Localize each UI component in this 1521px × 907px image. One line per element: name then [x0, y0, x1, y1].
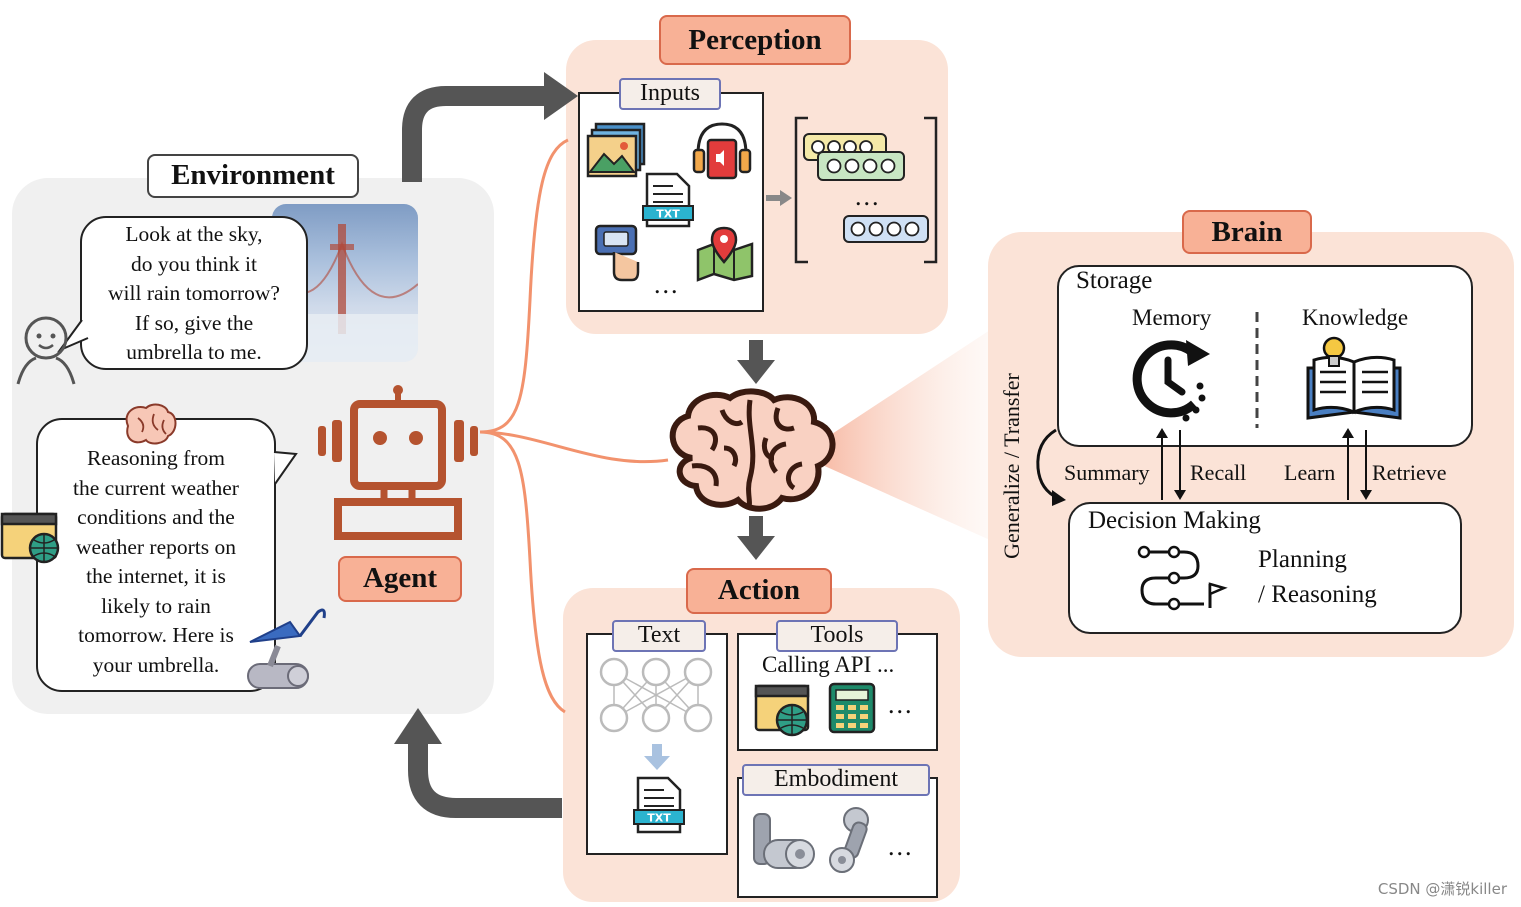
headphones-audio-icon — [692, 122, 752, 180]
action-title: Action — [686, 568, 832, 614]
decision-making-label: Decision Making — [1088, 507, 1261, 534]
reasoning-label: / Reasoning — [1258, 581, 1377, 608]
planning-label: Planning — [1258, 546, 1347, 573]
inputs-to-tokens-arrow — [766, 190, 792, 206]
knowledge-book-icon — [1306, 336, 1402, 420]
agent-speech-line: the current weather — [73, 475, 239, 500]
tools-caption: Calling API ... — [762, 652, 895, 677]
inputs-label: Inputs — [619, 78, 721, 110]
neural-network-icon — [599, 657, 713, 733]
tokens-ellipsis: ... — [855, 182, 881, 211]
embodiment-label: Embodiment — [742, 764, 930, 796]
knowledge-label: Knowledge — [1302, 305, 1409, 330]
map-location-icon — [696, 226, 754, 282]
text-generate-arrow — [644, 744, 670, 770]
user-speech-line: umbrella to me. — [126, 340, 262, 364]
environment-title-text: Environment — [171, 159, 335, 191]
generalize-transfer-label: Generalize / Transfer — [999, 373, 1024, 559]
storage-label: Storage — [1076, 267, 1153, 294]
summary-label: Summary — [1064, 460, 1150, 485]
recall-label: Recall — [1190, 460, 1247, 485]
learn-label: Learn — [1284, 460, 1336, 485]
storage-decision-flows — [1156, 428, 1372, 500]
user-speech-line: If so, give the — [134, 310, 254, 335]
fingerprint-touch-icon — [594, 224, 640, 282]
text-action-label: Text — [612, 620, 706, 652]
inputs-label-text: Inputs — [640, 80, 700, 106]
small-brain-icon — [125, 403, 177, 445]
tools-ellipsis: ... — [888, 690, 914, 719]
embodiment-label-text: Embodiment — [774, 766, 898, 792]
perception-title: Perception — [659, 15, 851, 65]
action-title-text: Action — [717, 574, 801, 606]
inputs-ellipsis: ... — [654, 270, 680, 299]
robot-arm-umbrella-icon — [247, 608, 326, 689]
agent-speech-line: Reasoning from — [87, 446, 225, 470]
embodiment-ellipsis: ... — [888, 832, 914, 861]
agent-bubble-tail — [273, 451, 298, 485]
user-speech-line: do you think it — [130, 251, 258, 276]
agent-speech-line: the internet, it is — [86, 564, 226, 588]
robot-arm-icon — [753, 813, 815, 869]
storage-divider — [1255, 312, 1259, 428]
user-person-icon — [16, 316, 76, 385]
brain-title-text: Brain — [1211, 216, 1283, 248]
web-globe-icon — [0, 512, 60, 564]
perception-title-text: Perception — [688, 24, 822, 56]
robot-leg-icon — [829, 807, 869, 873]
user-speech-bubble: Look at the sky, do you think it will ra… — [80, 216, 308, 370]
memory-label: Memory — [1132, 305, 1212, 330]
api-globe-icon — [754, 684, 810, 737]
txt-output-icon: TXT — [633, 776, 685, 834]
planning-path-icon — [1137, 545, 1228, 611]
svg-text:TXT: TXT — [656, 208, 680, 221]
brain-title: Brain — [1182, 210, 1312, 254]
agent-speech-line: conditions and the — [77, 505, 235, 529]
image-gallery-icon — [586, 122, 646, 178]
svg-text:TXT: TXT — [647, 812, 671, 825]
memory-clock-icon — [1132, 340, 1210, 422]
text-action-label-text: Text — [637, 622, 681, 648]
brain-icon — [669, 388, 836, 512]
agent-speech-line: weather reports on — [76, 534, 236, 559]
calculator-icon — [828, 682, 876, 734]
watermark: CSDN @潇锐killer — [1377, 880, 1507, 898]
tools-label-text: Tools — [810, 622, 864, 648]
agent-label: Agent — [338, 556, 462, 602]
tools-label: Tools — [776, 620, 898, 652]
user-speech-line: will rain tomorrow? — [108, 281, 280, 305]
agent-robot-icon — [318, 385, 478, 540]
user-speech-line: Look at the sky, — [125, 222, 263, 246]
environment-title: Environment — [147, 154, 359, 198]
agent-label-text: Agent — [362, 562, 438, 594]
txt-file-icon: TXT — [642, 172, 694, 228]
generalize-arrow — [1036, 428, 1066, 506]
retrieve-label: Retrieve — [1372, 460, 1447, 485]
